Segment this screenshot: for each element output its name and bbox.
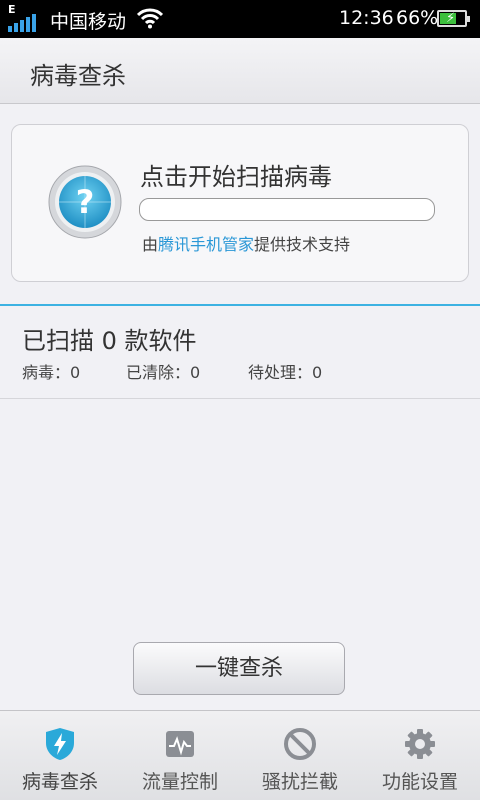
- battery-charging-icon: ⚡: [437, 10, 470, 27]
- support-suffix: 提供技术支持: [254, 235, 351, 254]
- signal-icon: [8, 14, 36, 32]
- svg-text:?: ?: [76, 183, 95, 221]
- clock: 12:36: [339, 7, 394, 29]
- tab-settings[interactable]: 功能设置: [360, 711, 480, 800]
- scan-progress-bar: [139, 198, 435, 221]
- question-shield-icon: ?: [48, 165, 122, 239]
- tab-traffic-control[interactable]: 流量控制: [120, 711, 240, 800]
- shield-bolt-icon: [46, 728, 74, 760]
- one-key-kill-button[interactable]: 一键查杀: [133, 642, 345, 695]
- status-bar: E 中国移动 12:36 66% ⚡: [0, 0, 480, 38]
- tab-label: 流量控制: [141, 771, 218, 793]
- scanned-count: 已扫描 0 款软件: [22, 327, 197, 355]
- support-text: 由腾讯手机管家提供技术支持: [142, 231, 350, 255]
- pending-count: 待处理：0: [248, 363, 323, 382]
- cleaned-count: 已清除：0: [126, 363, 201, 382]
- scan-title: 点击开始扫描病毒: [140, 163, 332, 191]
- scan-start-card[interactable]: ? 点击开始扫描病毒 由腾讯手机管家提供技术支持: [11, 124, 469, 282]
- bottom-tab-bar: 病毒查杀 流量控制 骚扰拦截 功能设置: [0, 710, 480, 800]
- block-icon: [284, 728, 316, 760]
- tab-label: 骚扰拦截: [261, 771, 338, 793]
- wifi-icon: [137, 8, 163, 29]
- scan-summary: 已扫描 0 款软件 病毒：0 已清除：0 待处理：0: [0, 306, 480, 399]
- gear-icon: [405, 729, 435, 759]
- virus-count: 病毒：0: [22, 363, 81, 382]
- support-prefix: 由: [142, 235, 159, 254]
- tab-label: 功能设置: [381, 771, 458, 793]
- support-brand-link[interactable]: 腾讯手机管家: [158, 235, 254, 254]
- tab-label: 病毒查杀: [21, 771, 98, 793]
- page-title: 病毒查杀: [30, 62, 126, 90]
- tab-harassment-block[interactable]: 骚扰拦截: [240, 711, 360, 800]
- carrier-name: 中国移动: [50, 11, 127, 33]
- tab-virus-scan[interactable]: 病毒查杀: [0, 711, 120, 800]
- battery-percent: 66%: [396, 7, 439, 29]
- traffic-monitor-icon: [166, 731, 194, 757]
- title-bar: 病毒查杀: [0, 38, 480, 104]
